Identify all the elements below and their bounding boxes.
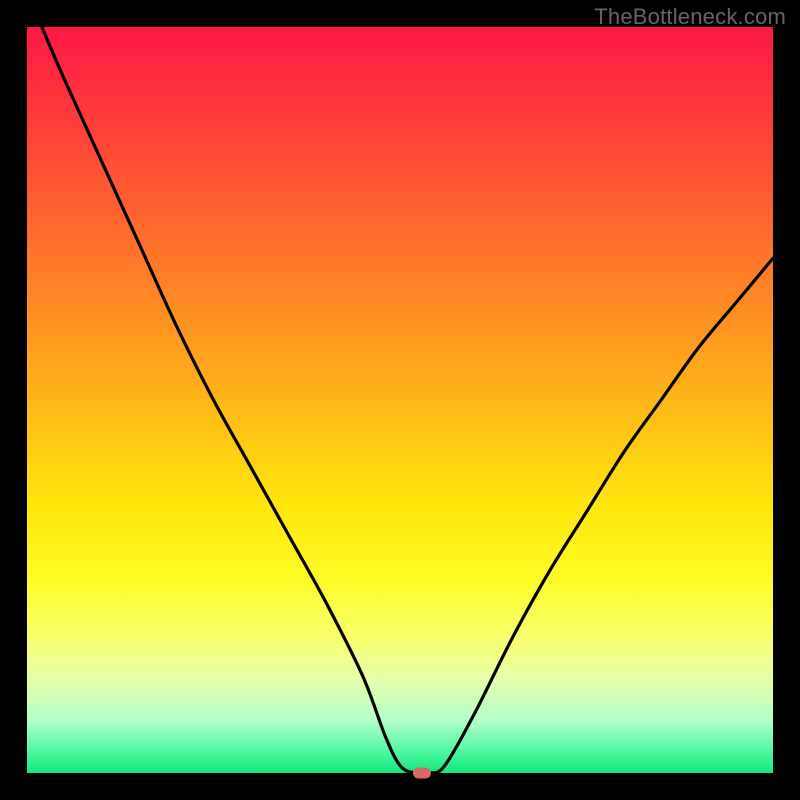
bottleneck-curve (27, 27, 773, 773)
optimal-marker (413, 768, 431, 779)
watermark-text: TheBottleneck.com (594, 4, 786, 30)
plot-area (27, 27, 773, 773)
chart-frame: TheBottleneck.com (0, 0, 800, 800)
